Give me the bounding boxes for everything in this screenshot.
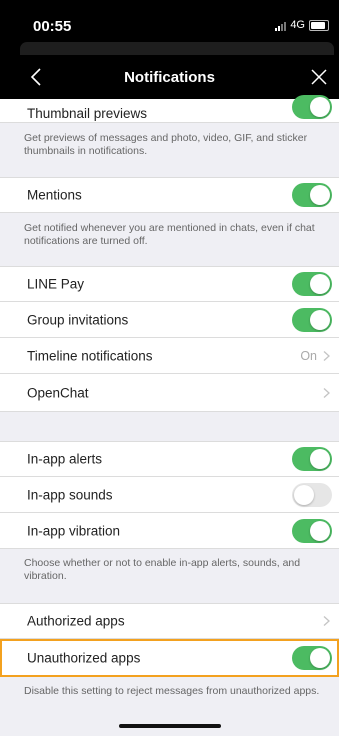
openchat-label: OpenChat bbox=[27, 385, 89, 400]
inapp-description: Choose whether or not to enable in-app a… bbox=[24, 557, 301, 582]
navigation-bar: Notifications bbox=[0, 55, 339, 99]
line-pay-row[interactable]: LINE Pay bbox=[0, 266, 339, 302]
group-invitations-toggle[interactable] bbox=[292, 307, 332, 332]
group-invitations-label: Group invitations bbox=[27, 312, 129, 327]
inapp-vibration-toggle[interactable] bbox=[292, 518, 332, 543]
inapp-vibration-label: In-app vibration bbox=[27, 523, 121, 538]
mentions-label: Mentions bbox=[27, 187, 82, 203]
authorized-apps-label: Authorized apps bbox=[27, 613, 125, 629]
inapp-alerts-toggle[interactable] bbox=[292, 447, 332, 471]
close-icon[interactable] bbox=[309, 67, 329, 87]
home-indicator bbox=[119, 724, 221, 728]
inapp-vibration-row[interactable]: In-app vibration bbox=[0, 513, 339, 549]
chevron-right-icon bbox=[323, 350, 330, 361]
chevron-left-icon[interactable] bbox=[27, 67, 47, 87]
timeline-notifications-label: Timeline notifications bbox=[27, 348, 153, 363]
mentions-description: Get notified whenever you are mentioned … bbox=[24, 222, 315, 247]
network-type: 4G bbox=[290, 19, 305, 31]
unauthorized-apps-label: Unauthorized apps bbox=[27, 650, 141, 666]
thumbnail-previews-description: Get previews of messages and photo, vide… bbox=[24, 132, 308, 157]
status-time: 00:55 bbox=[33, 18, 72, 35]
chevron-right-icon bbox=[323, 616, 330, 626]
mentions-row[interactable]: Mentions bbox=[0, 177, 339, 213]
inapp-alerts-label: In-app alerts bbox=[27, 451, 103, 467]
thumbnail-previews-toggle[interactable] bbox=[292, 95, 332, 119]
page-title: Notifications bbox=[124, 68, 215, 86]
inapp-alerts-row[interactable]: In-app alerts bbox=[0, 441, 339, 477]
inapp-sounds-row[interactable]: In-app sounds bbox=[0, 477, 339, 513]
chevron-right-icon bbox=[323, 387, 330, 398]
mentions-toggle[interactable] bbox=[292, 183, 332, 207]
status-bar: 00:55 4G bbox=[0, 0, 339, 56]
authorized-apps-row[interactable]: Authorized apps bbox=[0, 603, 339, 639]
notification-banner-edge bbox=[20, 42, 334, 56]
openchat-row[interactable]: OpenChat bbox=[0, 374, 339, 412]
battery-icon bbox=[309, 19, 329, 31]
inapp-sounds-label: In-app sounds bbox=[27, 487, 113, 502]
unauthorized-apps-description: Disable this setting to reject messages … bbox=[24, 685, 320, 697]
thumbnail-previews-label: Thumbnail previews bbox=[27, 106, 148, 121]
line-pay-toggle[interactable] bbox=[292, 272, 332, 296]
group-invitations-row[interactable]: Group invitations bbox=[0, 302, 339, 338]
line-pay-label: LINE Pay bbox=[27, 276, 85, 292]
timeline-notifications-row[interactable]: Timeline notifications On bbox=[0, 338, 339, 374]
timeline-notifications-value: On bbox=[300, 348, 317, 363]
signal-icon bbox=[275, 20, 287, 31]
status-indicators: 4G bbox=[275, 19, 329, 31]
unauthorized-apps-row[interactable]: Unauthorized apps bbox=[0, 639, 339, 677]
thumbnail-previews-row[interactable]: Thumbnail previews bbox=[0, 95, 339, 123]
inapp-sounds-toggle[interactable] bbox=[292, 482, 332, 507]
unauthorized-apps-toggle[interactable] bbox=[292, 646, 332, 670]
